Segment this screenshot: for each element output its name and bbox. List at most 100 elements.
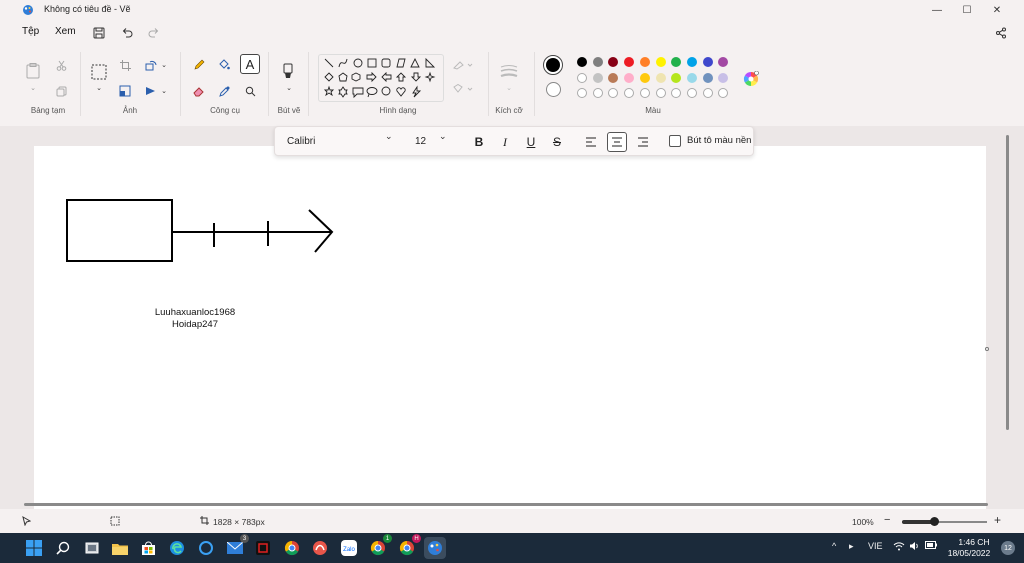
taskbar-cortana[interactable] (195, 537, 217, 559)
taskbar-file-explorer[interactable] (109, 537, 131, 559)
horizontal-scrollbar[interactable] (24, 503, 988, 506)
redo-button[interactable] (145, 24, 163, 42)
pentagon-shape-icon[interactable] (338, 72, 348, 82)
size-dropdown-chevron-icon[interactable]: ⌄ (504, 84, 514, 92)
shape-fill-button[interactable] (452, 82, 474, 96)
battery-icon[interactable] (925, 541, 937, 549)
curve-shape-icon[interactable] (338, 58, 348, 68)
clock-date[interactable]: 18/05/2022 (944, 548, 994, 558)
show-hidden-icons-chevron-up-icon[interactable]: ^ (832, 541, 836, 551)
rounded-rectangle-shape-icon[interactable] (381, 58, 391, 68)
palette-color-swatch[interactable] (655, 57, 666, 67)
taskbar-edge[interactable] (166, 537, 188, 559)
palette-color-swatch[interactable] (655, 72, 666, 83)
rotate-dropdown-chevron-icon[interactable]: ⌄ (160, 61, 168, 69)
save-button[interactable] (90, 24, 108, 42)
align-center-button[interactable] (607, 132, 627, 152)
palette-color-swatch[interactable] (671, 57, 682, 67)
resize-button[interactable] (118, 84, 132, 98)
palette-color-swatch[interactable] (592, 57, 603, 67)
bold-button[interactable]: B (469, 132, 489, 152)
right-triangle-shape-icon[interactable] (425, 57, 436, 68)
brushes-button[interactable] (280, 62, 296, 80)
edit-colors-button[interactable] (742, 70, 760, 88)
cloud-callout-shape-icon[interactable] (381, 86, 391, 96)
down-arrow-shape-icon[interactable] (410, 72, 422, 82)
copy-button[interactable] (54, 84, 68, 98)
left-arrow-shape-icon[interactable] (381, 71, 392, 83)
oval-shape-icon[interactable] (353, 58, 363, 68)
primary-color-swatch[interactable] (543, 55, 563, 75)
pencil-tool[interactable] (192, 58, 206, 72)
paste-dropdown-chevron-icon[interactable]: ⌄ (28, 84, 38, 92)
oval-callout-shape-icon[interactable] (366, 87, 378, 98)
share-button[interactable] (992, 24, 1010, 42)
rectangle-shape-icon[interactable] (367, 58, 377, 68)
drawing-canvas[interactable]: Luuhaxuanloc1968 Hoidap247 (34, 146, 986, 509)
custom-color-slot[interactable] (671, 88, 682, 98)
volume-icon[interactable] (909, 541, 919, 551)
custom-color-slot[interactable] (702, 88, 713, 98)
crop-button[interactable] (118, 58, 132, 72)
palette-color-swatch[interactable] (671, 72, 682, 83)
heart-shape-icon[interactable] (396, 87, 406, 97)
custom-color-slot[interactable] (608, 88, 619, 98)
six-point-star-shape-icon[interactable] (338, 86, 348, 98)
wifi-icon[interactable] (893, 541, 905, 551)
eraser-tool[interactable] (192, 84, 206, 98)
five-point-star-shape-icon[interactable] (323, 85, 335, 97)
palette-color-swatch[interactable] (718, 57, 729, 67)
palette-color-swatch[interactable] (592, 72, 603, 83)
select-dropdown-chevron-icon[interactable]: ⌄ (94, 84, 104, 92)
paste-button[interactable] (24, 62, 42, 80)
up-arrow-shape-icon[interactable] (395, 72, 407, 82)
notification-center-badge[interactable]: 12 (1001, 541, 1015, 555)
brushes-dropdown-chevron-icon[interactable]: ⌄ (284, 84, 294, 92)
line-shape-icon[interactable] (324, 58, 334, 68)
custom-color-slot[interactable] (624, 88, 635, 98)
maximize-button[interactable]: ☐ (952, 0, 982, 20)
select-button[interactable] (90, 63, 108, 81)
tray-play-icon[interactable]: ▸ (849, 541, 854, 552)
cut-button[interactable] (54, 58, 68, 72)
polygon-shape-icon[interactable] (396, 58, 406, 68)
palette-color-swatch[interactable] (624, 72, 635, 83)
custom-color-slot[interactable] (655, 88, 666, 98)
strikethrough-button[interactable]: S (547, 132, 567, 152)
zoom-in-button[interactable]: + (994, 513, 1001, 527)
rotate-button[interactable] (144, 58, 158, 72)
zoom-slider-thumb[interactable] (929, 517, 939, 526)
taskbar-search[interactable] (52, 537, 74, 559)
canvas-resize-handle[interactable] (985, 347, 989, 351)
canvas-text-box[interactable]: Luuhaxuanloc1968 Hoidap247 (154, 307, 236, 331)
flip-button[interactable] (144, 84, 158, 98)
underline-button[interactable]: U (521, 132, 541, 152)
italic-button[interactable]: I (495, 132, 515, 152)
minimize-button[interactable]: — (922, 0, 952, 20)
taskbar-zalo[interactable]: Zalo (338, 537, 360, 559)
align-right-button[interactable] (633, 132, 653, 152)
input-language-indicator[interactable]: VIE (868, 541, 883, 551)
palette-color-swatch[interactable] (686, 72, 697, 83)
palette-color-swatch[interactable] (639, 72, 650, 83)
menu-view[interactable]: Xem (55, 26, 76, 37)
close-button[interactable]: ✕ (982, 0, 1012, 20)
fill-tool[interactable] (217, 58, 231, 72)
taskbar-chrome[interactable] (281, 537, 303, 559)
diamond-shape-icon[interactable] (324, 72, 334, 82)
taskbar-app-circle[interactable] (309, 537, 331, 559)
taskbar-app-red[interactable] (252, 537, 274, 559)
taskbar-store[interactable] (137, 537, 159, 559)
palette-color-swatch[interactable] (686, 57, 697, 67)
drawn-rectangle[interactable] (66, 199, 173, 262)
taskbar-chrome-profile-2[interactable]: H (396, 534, 421, 559)
size-button[interactable] (498, 64, 520, 80)
palette-color-swatch[interactable] (608, 57, 619, 67)
palette-color-swatch[interactable] (608, 72, 619, 83)
palette-color-swatch[interactable] (639, 57, 650, 67)
undo-button[interactable] (118, 24, 136, 42)
flip-dropdown-chevron-icon[interactable]: ⌄ (160, 87, 168, 95)
taskbar-paint[interactable] (424, 537, 446, 559)
zoom-out-button[interactable]: − (884, 514, 890, 526)
task-view-button[interactable] (81, 537, 103, 559)
